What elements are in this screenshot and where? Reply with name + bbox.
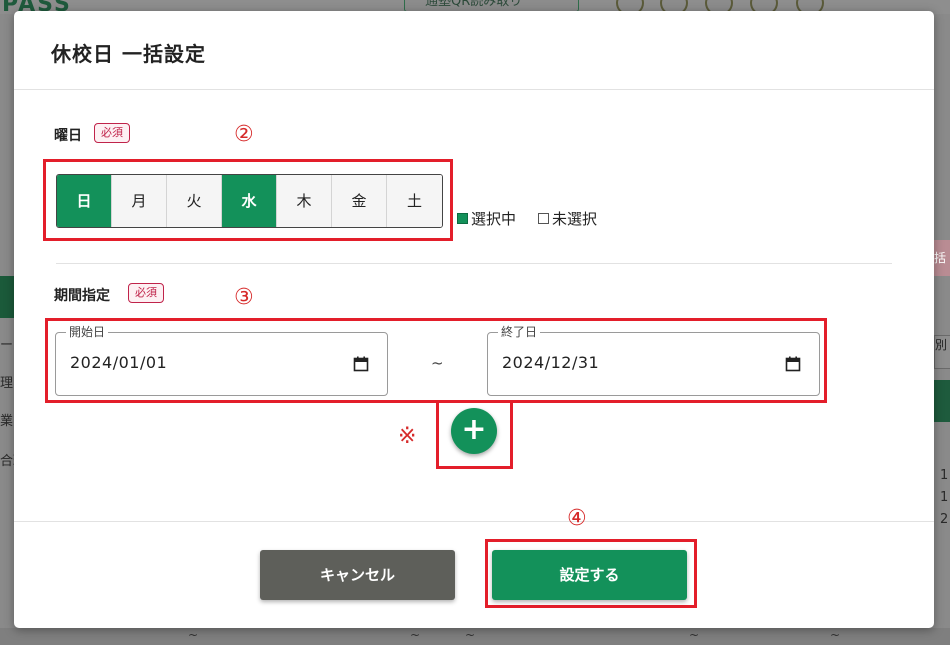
weekday-required-badge: 必須	[94, 123, 130, 143]
day-toggle-wednesday[interactable]: 水	[222, 175, 277, 227]
background-green-cell	[934, 380, 950, 422]
calendar-icon[interactable]	[353, 356, 369, 372]
selected-swatch-icon	[457, 213, 468, 224]
bulk-holiday-dialog: 休校日 一括設定 曜日 必須 ② 日 月 火 水 木 金 土 選択中 未選択 期…	[14, 11, 934, 628]
header-divider	[14, 89, 934, 90]
footer-divider	[14, 521, 934, 522]
end-date-label: 終了日	[498, 325, 541, 339]
background-sidebar-text: 理	[0, 376, 14, 391]
annotation-marker-note: ※	[398, 424, 417, 449]
background-tilde: ~	[410, 628, 421, 642]
weekday-label: 曜日	[54, 128, 82, 144]
period-label: 期間指定	[54, 288, 110, 304]
background-sidebar-active	[0, 276, 14, 318]
annotation-marker-2: ②	[234, 122, 254, 147]
legend-unselected-label: 未選択	[552, 210, 598, 228]
background-badge: 括	[934, 240, 950, 276]
calendar-icon[interactable]	[785, 356, 801, 372]
day-toggle-saturday[interactable]: 土	[387, 175, 442, 227]
end-date-value[interactable]: 2024/12/31	[502, 353, 599, 372]
background-tilde: ~	[689, 628, 700, 642]
legend-selected: 選択中	[457, 208, 516, 229]
day-toggle-tuesday[interactable]: 火	[167, 175, 222, 227]
background-tilde: ~	[465, 628, 476, 642]
day-toggle-thursday[interactable]: 木	[277, 175, 332, 227]
background-tilde: ~	[830, 628, 841, 642]
end-date-field[interactable]: 終了日 2024/12/31	[487, 325, 820, 396]
date-range-separator: ~	[431, 354, 444, 372]
annotation-marker-3: ③	[234, 285, 254, 310]
background-cell-text: 1	[940, 490, 949, 505]
start-date-field[interactable]: 開始日 2024/01/01	[55, 325, 388, 396]
annotation-marker-4: ④	[567, 506, 587, 531]
weekday-toggle-group: 日 月 火 水 木 金 土	[56, 174, 443, 228]
start-date-value[interactable]: 2024/01/01	[70, 353, 167, 372]
cancel-button[interactable]: キャンセル	[260, 550, 455, 600]
background-cell-text: 2	[940, 512, 949, 527]
add-period-button[interactable]: +	[451, 408, 497, 454]
legend-selected-label: 選択中	[471, 210, 517, 228]
day-toggle-friday[interactable]: 金	[332, 175, 387, 227]
background-sidebar-text: 業	[0, 414, 14, 429]
section-divider	[56, 263, 892, 264]
submit-button[interactable]: 設定する	[492, 550, 687, 600]
start-date-label: 開始日	[66, 325, 109, 339]
period-required-badge: 必須	[128, 283, 164, 303]
background-tilde: ~	[188, 628, 199, 642]
background-cell: 別	[934, 335, 950, 369]
dialog-title: 休校日 一括設定	[51, 42, 206, 66]
background-cell-text: 1	[940, 468, 949, 483]
unselected-swatch-icon	[538, 213, 549, 224]
legend-unselected: 未選択	[538, 208, 597, 229]
day-toggle-monday[interactable]: 月	[112, 175, 167, 227]
day-toggle-sunday[interactable]: 日	[57, 175, 112, 227]
